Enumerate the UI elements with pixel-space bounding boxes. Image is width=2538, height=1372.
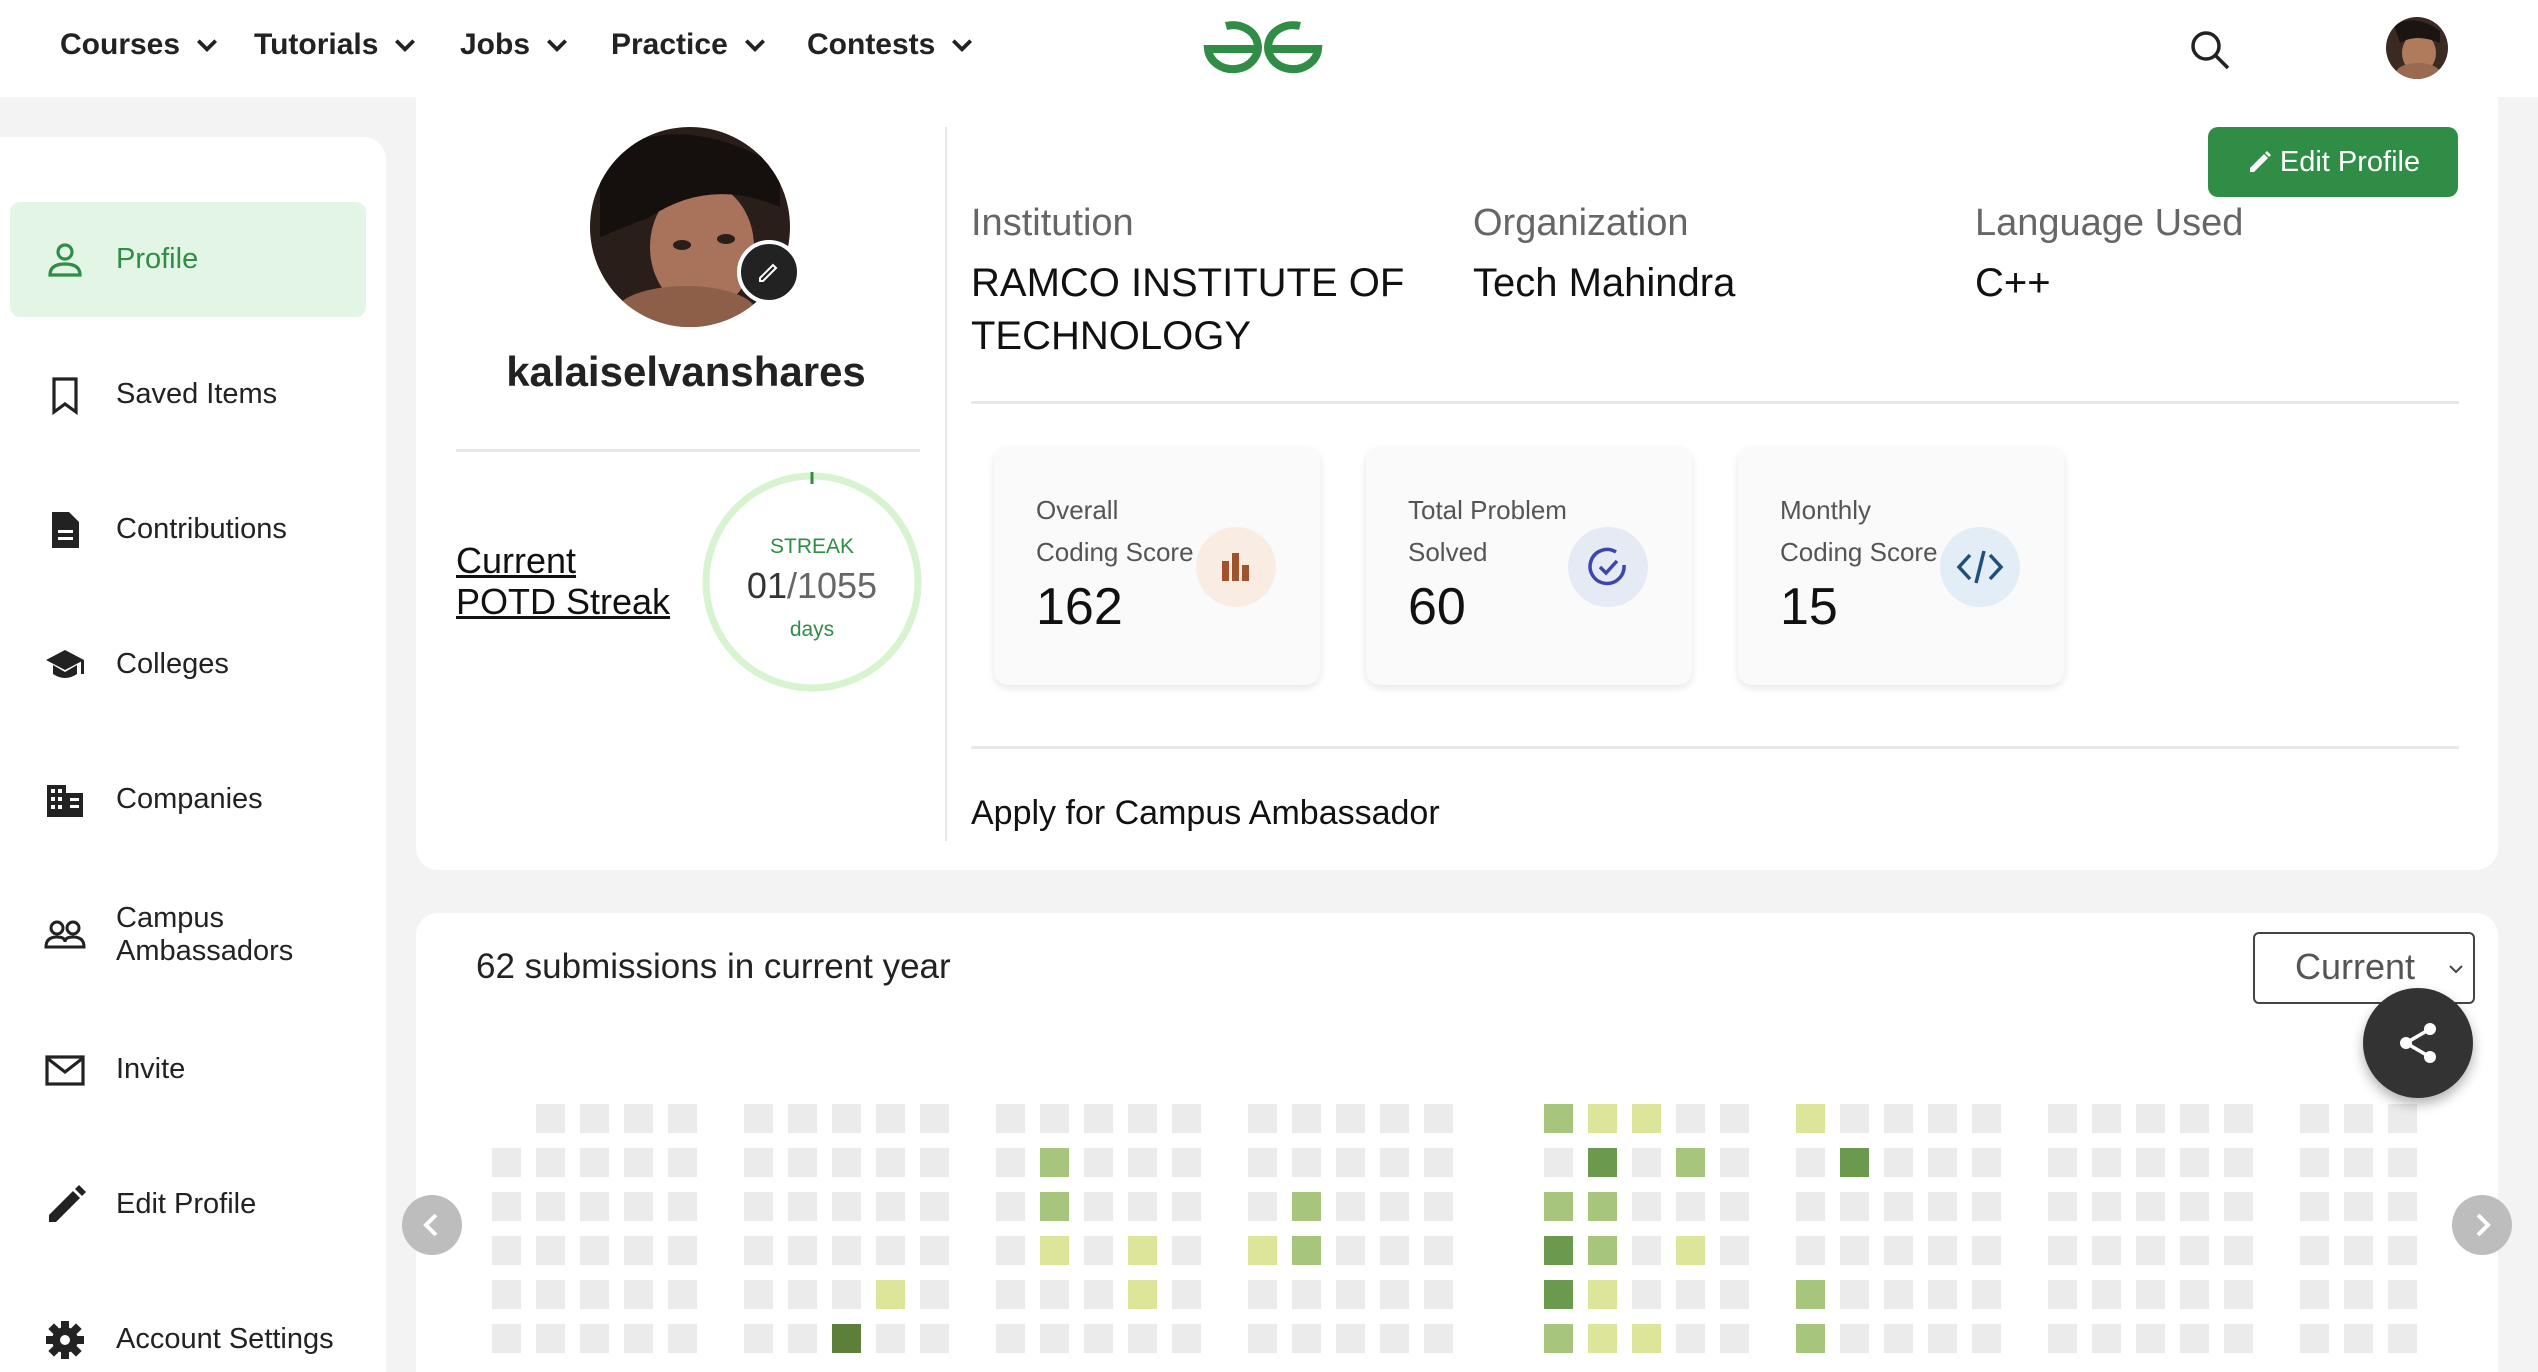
sidebar-item-account-settings[interactable]: Account Settings	[10, 1282, 366, 1372]
chevron-down-icon	[744, 39, 765, 53]
chevron-down-icon	[197, 39, 218, 53]
username: kalaiselvanshares	[506, 348, 866, 395]
sidebar-item-label: Campus Ambassadors	[116, 902, 294, 967]
nav-practice-label: Practice	[611, 28, 728, 61]
year-select-value: Current	[2295, 946, 2416, 987]
potd-streak-link[interactable]: Current POTD Streak	[456, 540, 686, 623]
gfg-logo[interactable]	[1200, 14, 1326, 80]
user-avatar[interactable]	[2386, 17, 2448, 79]
stat-label: Monthly Coding Score	[1780, 495, 1938, 568]
edit-profile-label: Edit Profile	[2279, 145, 2421, 178]
submissions-count: 62 submissions in current year	[476, 947, 951, 986]
streak-days: days	[789, 618, 835, 641]
share-button[interactable]	[2363, 988, 2473, 1098]
bar-chart-icon	[1196, 527, 1276, 607]
building-icon	[47, 784, 83, 817]
language-value: C++	[1975, 261, 2051, 305]
stat-label: Overall Coding Score	[1036, 495, 1194, 568]
nav-practice[interactable]: Practice	[611, 28, 768, 62]
graduation-cap-icon	[46, 649, 84, 678]
sidebar-item-edit-profile[interactable]: Edit Profile	[10, 1147, 366, 1262]
divider	[971, 401, 2459, 404]
chevron-right-icon	[2476, 1213, 2491, 1237]
search-button[interactable]	[2188, 28, 2232, 72]
sidebar-item-label: Colleges	[116, 648, 229, 681]
stat-card-overall-score: Overall Coding Score 162	[994, 447, 1320, 685]
divider	[945, 127, 947, 841]
sidebar-item-campus-ambassadors[interactable]: Campus Ambassadors	[10, 877, 366, 992]
institution-value: RAMCO INSTITUTE OF TECHNOLOGY	[971, 261, 1405, 359]
edit-profile-button[interactable]: Edit Profile	[2208, 127, 2458, 197]
pencil-icon	[2249, 151, 2271, 172]
chevron-down-icon	[952, 39, 973, 53]
pencil-icon	[49, 1184, 86, 1222]
sidebar-item-contributions[interactable]: Contributions	[10, 472, 366, 587]
streak-label: STREAK	[769, 535, 855, 558]
nav-courses-label: Courses	[60, 28, 181, 61]
sidebar-item-companies[interactable]: Companies	[10, 742, 366, 857]
mail-icon	[45, 1054, 85, 1086]
stat-value: 60	[1408, 578, 1466, 636]
organization-value: Tech Mahindra	[1473, 261, 1736, 305]
divider	[456, 449, 920, 452]
streak-value: 01/1055	[700, 565, 924, 607]
check-circle-icon	[1568, 527, 1648, 607]
document-icon	[52, 511, 79, 548]
streak-separator: /	[786, 565, 797, 606]
streak-current: 01	[746, 565, 787, 606]
pencil-icon	[759, 263, 778, 282]
chevron-down-icon	[2449, 965, 2463, 974]
nav-jobs[interactable]: Jobs	[460, 28, 570, 62]
streak-total: 1055	[796, 565, 878, 606]
nav-contests[interactable]: Contests	[807, 28, 975, 62]
sidebar-item-label: Contributions	[116, 513, 287, 546]
heatmap-prev-button[interactable]	[402, 1195, 462, 1255]
sidebar-item-label: Companies	[116, 783, 263, 816]
people-icon	[44, 920, 86, 948]
sidebar-item-invite[interactable]: Invite	[10, 1012, 366, 1127]
stat-value: 15	[1780, 578, 1838, 636]
stat-card-problems-solved: Total Problem Solved 60	[1366, 447, 1692, 685]
nav-courses[interactable]: Courses	[60, 28, 220, 62]
share-icon	[2400, 1023, 2436, 1063]
chevron-down-icon	[547, 39, 568, 53]
chevron-down-icon	[395, 39, 416, 53]
sidebar-item-label: Edit Profile	[116, 1188, 257, 1221]
institution-label: Institution	[971, 202, 1134, 244]
organization-label: Organization	[1473, 202, 1689, 244]
search-icon	[2191, 31, 2230, 70]
user-icon	[48, 242, 82, 277]
nav-contests-label: Contests	[807, 28, 936, 61]
nav-tutorials-label: Tutorials	[254, 28, 379, 61]
sidebar-item-label: Invite	[116, 1053, 186, 1086]
nav-jobs-label: Jobs	[460, 28, 531, 61]
stat-value: 162	[1036, 578, 1123, 636]
stat-card-monthly-score: Monthly Coding Score 15	[1738, 447, 2064, 685]
sidebar-item-colleges[interactable]: Colleges	[10, 607, 366, 722]
sidebar-item-profile[interactable]: Profile	[10, 202, 366, 317]
chevron-left-icon	[423, 1213, 438, 1237]
sidebar-item-saved-items[interactable]: Saved Items	[10, 337, 366, 452]
sidebar-item-label: Saved Items	[116, 378, 278, 411]
apply-campus-ambassador-link[interactable]: Apply for Campus Ambassador	[971, 794, 1440, 833]
nav-tutorials[interactable]: Tutorials	[254, 28, 418, 62]
language-label: Language Used	[1975, 202, 2244, 244]
avatar-image	[2386, 17, 2448, 79]
code-icon	[1940, 527, 2020, 607]
gear-icon	[46, 1320, 84, 1359]
sidebar-item-label: Account Settings	[116, 1323, 334, 1356]
top-navbar: Courses Tutorials Jobs Practice Contests	[0, 0, 2538, 97]
sidebar-item-label: Profile	[116, 243, 199, 276]
avatar-edit-button[interactable]	[737, 240, 801, 304]
divider	[971, 746, 2459, 749]
bookmark-icon	[52, 376, 78, 415]
stat-label: Total Problem Solved	[1408, 495, 1567, 568]
heatmap-next-button[interactable]	[2452, 1195, 2512, 1255]
